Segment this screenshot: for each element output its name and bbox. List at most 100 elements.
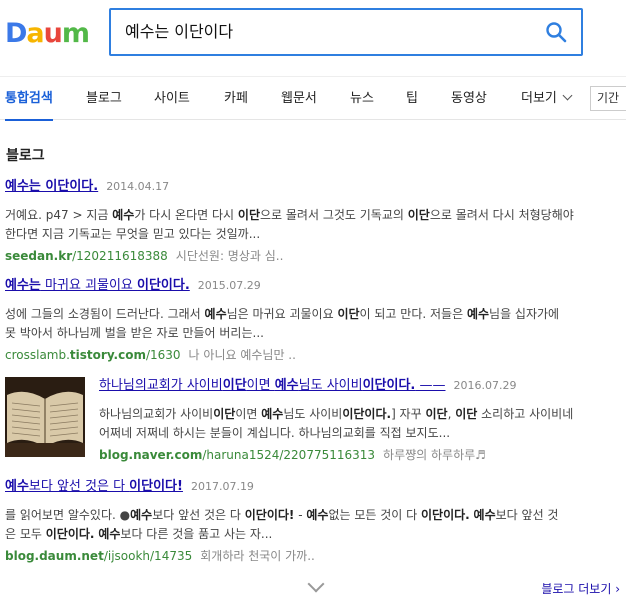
- snippet-highlight: 이단이다.: [342, 407, 392, 421]
- search-box: [109, 8, 583, 56]
- snippet-text: 어쩌네 저쩌네 하시는 분들이 계십니다. 하나님의교회를 직접 보지도...: [99, 426, 451, 440]
- snippet-highlight: 예수: [261, 407, 284, 421]
- result-title[interactable]: 예수는 이단이다.: [5, 179, 98, 194]
- result-title[interactable]: 예수는 마귀요 괴물이요 이단이다.: [5, 278, 190, 293]
- url-domain: blog.daum.net: [5, 549, 104, 563]
- snippet-text: 님도 사이비: [283, 407, 343, 421]
- title-highlight: 이단이다.: [137, 278, 190, 293]
- snippet-text: 보다 앞선 것은 다: [152, 508, 245, 522]
- snippet-text: 님은 마귀요 괴물이요: [226, 307, 338, 321]
- blog-result: 예수는 마귀요 괴물이요 이단이다. 2015.07.29 성에 그들의 소경됨이…: [5, 277, 623, 364]
- snippet-text: 거예요. p47 > 지금: [5, 208, 113, 222]
- tab-all[interactable]: 통합검색: [5, 77, 53, 121]
- tab-blog[interactable]: 블로그: [86, 77, 122, 120]
- snippet-text: 보다 앞선 것: [495, 508, 559, 522]
- title-highlight: 예수: [5, 479, 29, 494]
- url-subdomain: crosslamb.: [5, 348, 70, 362]
- result-url[interactable]: seedan.kr/120211618388: [5, 249, 168, 263]
- result-date: 2015.07.29: [197, 279, 261, 292]
- blog-name[interactable]: 회개하라 천국이 가까..: [200, 549, 315, 563]
- snippet-highlight: 이단이다!: [244, 508, 295, 522]
- snippet-text: 은 모두: [5, 527, 46, 541]
- blog-more-link[interactable]: 블로그 더보기 ›: [541, 580, 620, 597]
- result-title[interactable]: 예수보다 앞선 것은 다 이단이다!: [5, 479, 183, 494]
- blog-result: 예수는 이단이다. 2014.04.17 거예요. p47 > 지금 예수가 다시…: [5, 178, 623, 265]
- snippet-highlight: 이단: [455, 407, 478, 421]
- tab-site[interactable]: 사이트: [154, 77, 190, 120]
- snippet-highlight: 이단: [237, 208, 260, 222]
- snippet-text: 가 다시 온다면 다시: [134, 208, 238, 222]
- title-text: 님도 사이비: [298, 378, 363, 393]
- url-domain: seedan.kr: [5, 249, 73, 263]
- snippet-text: 으로 몰려서 그것도 기독교의: [260, 208, 408, 222]
- url-domain: blog.naver.com: [99, 448, 203, 462]
- snippet-highlight: 예수: [112, 208, 135, 222]
- snippet-text: 이 되고 만다. 저들은: [359, 307, 467, 321]
- result-snippet: 성에 그들의 소경됨이 드러난다. 그래서 예수님은 마귀요 괴물이요 이단이 …: [5, 305, 623, 343]
- blog-name[interactable]: 하루쨩의 하루하루♬: [383, 448, 486, 462]
- url-path: /ijsookh/14735: [103, 549, 193, 563]
- result-date: 2017.07.19: [190, 480, 254, 493]
- period-filter[interactable]: 기간: [590, 86, 626, 111]
- tab-cafe[interactable]: 카페: [224, 77, 248, 120]
- snippet-highlight: 예수: [306, 508, 329, 522]
- result-title[interactable]: 하나님의교회가 사이비이단이면 예수님도 사이비이단이다. ——: [99, 378, 446, 393]
- tab-tip[interactable]: 팁: [406, 77, 418, 120]
- result-url[interactable]: blog.daum.net/ijsookh/14735: [5, 549, 192, 563]
- result-snippet: 하나님의교회가 사이비이단이면 예수님도 사이비이단이다.] 자꾸 이단, 이단…: [99, 405, 624, 443]
- tab-more-label: 더보기: [521, 91, 557, 106]
- snippet-text: 한다면 지금 기독교는 무엇을 믿고 있다는 것일까...: [5, 227, 261, 241]
- tab-more[interactable]: 더보기: [521, 77, 573, 120]
- title-highlight: 예수는 이단이다.: [5, 179, 99, 194]
- snippet-highlight: 예수: [473, 508, 496, 522]
- section-title: 블로그: [6, 148, 45, 164]
- snippet-highlight: 예수: [466, 307, 490, 321]
- url-path: /120211618388: [72, 249, 168, 263]
- snippet-text: 없는 모든 것이 다: [328, 508, 421, 522]
- snippet-text: 으로 몰려서 다시 처형당해야: [429, 208, 574, 222]
- search-icon[interactable]: [545, 21, 567, 43]
- title-highlight: 이단: [222, 378, 247, 393]
- snippet-text: 를 읽어보면 알수있다. ●: [5, 508, 131, 522]
- tab-news[interactable]: 뉴스: [350, 77, 374, 120]
- title-highlight: 이단이다!: [129, 479, 183, 494]
- url-path: /1630: [145, 348, 181, 362]
- snippet-text: 소리하고 사이비네: [477, 407, 574, 421]
- snippet-text: -: [294, 508, 307, 522]
- result-url[interactable]: crosslamb.tistory.com/1630: [5, 348, 181, 362]
- snippet-highlight: 이단: [407, 208, 430, 222]
- tab-webdoc[interactable]: 웹문서: [281, 77, 317, 120]
- snippet-highlight: 이단: [425, 407, 448, 421]
- snippet-text: 하나님의교회가 사이비: [99, 407, 214, 421]
- snippet-highlight: 이단: [213, 407, 236, 421]
- snippet-highlight: 예수: [98, 527, 121, 541]
- snippet-text: ] 자꾸: [391, 407, 426, 421]
- snippet-highlight: 이단이다.: [420, 508, 470, 522]
- result-date: 2016.07.29: [453, 379, 517, 392]
- daum-logo[interactable]: Daum: [5, 14, 91, 50]
- expand-chevron-icon[interactable]: [307, 575, 325, 593]
- result-snippet: 를 읽어보면 알수있다. ●예수보다 앞선 것은 다 이단이다! - 예수없는 …: [5, 506, 623, 544]
- title-highlight: 예수는: [5, 278, 41, 293]
- title-text: ——: [415, 378, 446, 393]
- title-highlight: 예수: [274, 378, 299, 393]
- url-path: /haruna1524/220775116313: [202, 448, 376, 462]
- result-thumbnail[interactable]: [5, 377, 85, 457]
- result-date: 2014.04.17: [106, 180, 170, 193]
- search-tabs: 통합검색 블로그 사이트 카페 웹문서 뉴스 팁 동영상 더보기 기간: [0, 76, 626, 121]
- snippet-highlight: 예수: [130, 508, 153, 522]
- tab-video[interactable]: 동영상: [451, 77, 487, 120]
- url-domain: tistory.com: [69, 348, 146, 362]
- search-input[interactable]: [125, 10, 525, 54]
- snippet-text: 보다 다른 것을 품고 사는 자...: [120, 527, 273, 541]
- blog-result: 예수보다 앞선 것은 다 이단이다! 2017.07.19 를 읽어보면 알수있다…: [5, 478, 623, 565]
- title-text: 하나님의교회가 사이비: [99, 378, 223, 393]
- chevron-down-icon: [562, 90, 573, 101]
- result-url[interactable]: blog.naver.com/haruna1524/220775116313: [99, 448, 375, 462]
- svg-text:Daum: Daum: [5, 18, 89, 49]
- result-snippet: 거예요. p47 > 지금 예수가 다시 온다면 다시 이단으로 몰려서 그것도…: [5, 206, 623, 244]
- snippet-highlight: 이단: [337, 307, 360, 321]
- title-highlight: 이단이다.: [362, 378, 416, 393]
- blog-name[interactable]: 시단선원: 명상과 심..: [176, 249, 284, 263]
- blog-name[interactable]: 나 아니요 예수님만 ..: [189, 348, 296, 362]
